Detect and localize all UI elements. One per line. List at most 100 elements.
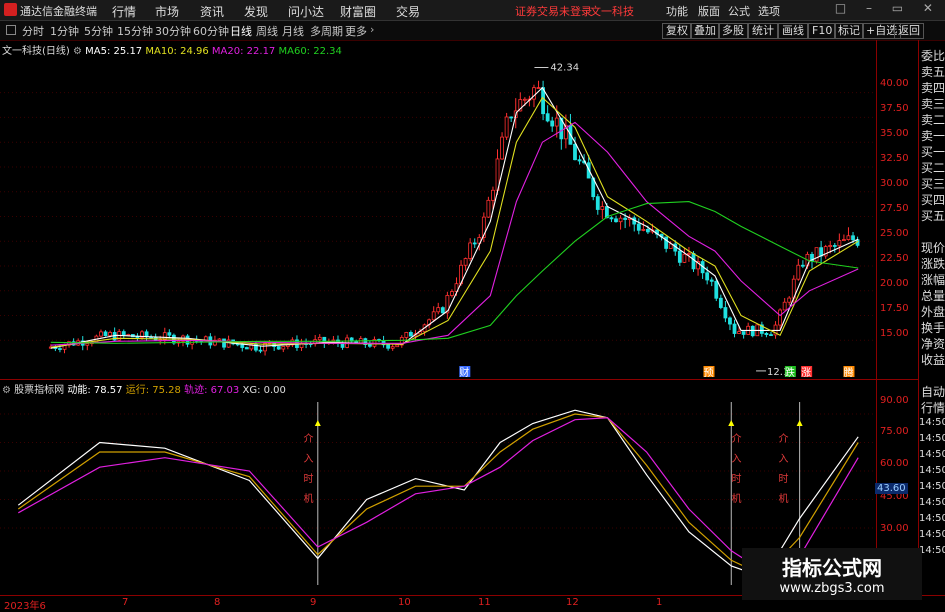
signal-char: 介 [778, 434, 789, 445]
login-warning[interactable]: 证券交易未登录 [515, 3, 592, 19]
candle-body [641, 228, 646, 231]
side-mai1[interactable]: 卖一 [921, 128, 945, 144]
candle-body [509, 116, 514, 119]
candle-body [167, 332, 172, 336]
menu-gongneng[interactable]: 功能 [666, 3, 688, 19]
candle-body [500, 136, 504, 160]
diejia-button[interactable]: 叠加 [690, 23, 720, 39]
side-zhangfu[interactable]: 涨幅 [921, 272, 945, 288]
menu-shichang[interactable]: 市场 [155, 3, 179, 20]
menu-caifuquan[interactable]: 财富圈 [340, 3, 376, 20]
high-price-label: 42.34 [550, 62, 579, 73]
menu-hangqing[interactable]: 行情 [112, 3, 136, 20]
price-tick: 22.50 [880, 253, 909, 264]
candle-body [646, 228, 650, 233]
side-buy4[interactable]: 买四 [921, 192, 945, 208]
tab-60min[interactable]: 60分钟 [193, 23, 229, 39]
candle-body [819, 247, 824, 257]
side-buy1[interactable]: 买一 [921, 144, 945, 160]
side-mai4[interactable]: 卖四 [921, 80, 945, 96]
side-mai3[interactable]: 卖三 [921, 96, 945, 112]
fanhui-button[interactable]: 返回 [894, 23, 924, 39]
side-shouyi[interactable]: 收益 [921, 352, 945, 368]
menu-gongshi[interactable]: 公式 [728, 3, 750, 19]
candle-body [778, 309, 782, 326]
candle-body [737, 331, 741, 334]
candle-body [450, 291, 454, 296]
fuquan-button[interactable]: 复权 [662, 23, 692, 39]
tab-5min[interactable]: 5分钟 [84, 23, 113, 39]
tab-daily[interactable]: 日线 [230, 23, 252, 39]
signal-char: 介 [303, 434, 314, 445]
side-buy5[interactable]: 买五 [921, 208, 945, 224]
chevron-right-icon[interactable]: › [370, 23, 374, 36]
time-entry: 14:50 [919, 545, 945, 556]
side-huanshou[interactable]: 换手 [921, 320, 945, 336]
candle-body [536, 87, 541, 89]
time-entry: 14:50 [919, 449, 945, 460]
f10-button[interactable]: F10 [808, 23, 837, 39]
side-xianjia[interactable]: 现价 [921, 240, 945, 256]
tongji-button[interactable]: 统计 [748, 23, 778, 39]
app-name: 通达信金融终端 [20, 5, 97, 18]
tab-1min[interactable]: 1分钟 [50, 23, 79, 39]
signal-arrow-icon [728, 420, 735, 426]
tab-weekly[interactable]: 周线 [256, 23, 278, 39]
duogu-button[interactable]: 多股 [718, 23, 748, 39]
huaxian-button[interactable]: 画线 [778, 23, 808, 39]
tab-monthly[interactable]: 月线 [282, 23, 304, 39]
time-entry: 14:50 [919, 497, 945, 508]
window-controls[interactable]: □ – ▭ ✕ [835, 1, 941, 15]
price-tick: 15.00 [880, 328, 909, 339]
side-buy3[interactable]: 买三 [921, 176, 945, 192]
signal-char: 入 [778, 454, 789, 465]
menu-wenxiaoda[interactable]: 问小达 [288, 3, 324, 20]
side-weibi[interactable]: 委比 [921, 48, 945, 64]
price-tick: 17.50 [880, 303, 909, 314]
menu-xuanxiang[interactable]: 选项 [758, 3, 780, 19]
menu-jiaoyi[interactable]: 交易 [396, 3, 420, 20]
candle-body [550, 120, 555, 127]
side-jingzi[interactable]: 净资 [921, 336, 945, 352]
candle-body [491, 189, 495, 201]
candle-body [103, 331, 108, 337]
candle-body [714, 280, 719, 299]
candle-body [732, 323, 737, 334]
biaoji-button[interactable]: 标记 [834, 23, 864, 39]
menu-zixun[interactable]: 资讯 [200, 3, 224, 20]
candle-body [842, 239, 846, 241]
tab-15min[interactable]: 15分钟 [117, 23, 153, 39]
candle-body [468, 242, 473, 259]
candle-body [472, 242, 477, 245]
side-waipan[interactable]: 外盘 [921, 304, 945, 320]
tab-more[interactable]: 更多 [345, 23, 367, 39]
candle-body [486, 199, 491, 218]
tab-multi[interactable]: 多周期 [310, 23, 343, 39]
price-tick: 32.50 [880, 153, 909, 164]
menu-faxian[interactable]: 发现 [244, 3, 268, 20]
side-zongliang[interactable]: 总量 [921, 288, 945, 304]
candle-body [436, 307, 441, 313]
candle-body [573, 143, 577, 161]
candle-body [504, 116, 509, 138]
price-tick: 20.00 [880, 278, 909, 289]
signal-char: 机 [303, 494, 314, 505]
side-buy2[interactable]: 买二 [921, 160, 945, 176]
stock-title: 文一科技 [590, 5, 634, 18]
x-tick: 9 [310, 597, 317, 608]
collapse-icon[interactable] [6, 25, 16, 35]
side-mai2[interactable]: 卖二 [921, 112, 945, 128]
x-tick: 1 [656, 597, 663, 608]
menu-banmian[interactable]: 版面 [698, 3, 720, 19]
candlestick-chart[interactable]: 42.3412.11财预跌涨腾 [0, 40, 876, 378]
tab-fenshi[interactable]: 分时 [22, 23, 44, 39]
candle-body [135, 336, 140, 339]
side-hangqing[interactable]: 行情 [921, 400, 945, 416]
candle-body [623, 217, 628, 220]
side-zhangdie[interactable]: 涨跌 [921, 256, 945, 272]
side-mai5[interactable]: 卖五 [921, 64, 945, 80]
tab-30min[interactable]: 30分钟 [155, 23, 191, 39]
candle-body [614, 218, 618, 223]
candle-body [750, 325, 755, 337]
side-zidong[interactable]: 自动 [921, 384, 945, 400]
